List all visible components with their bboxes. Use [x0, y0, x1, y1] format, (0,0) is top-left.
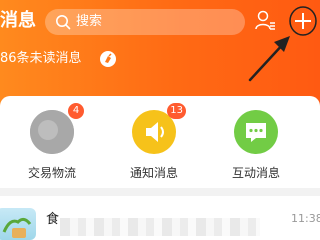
page-title: 消息 — [0, 10, 36, 31]
badge-count: 13 — [167, 103, 186, 119]
conversation-row[interactable]: 食 11:38 — [0, 196, 320, 240]
broom-icon[interactable] — [100, 51, 116, 67]
avatar — [0, 208, 36, 240]
conversation-time: 11:38 — [291, 212, 320, 225]
annotation-arrow — [248, 36, 290, 82]
conversation-title: 食 — [46, 212, 60, 227]
speaker-icon: 13 — [132, 103, 186, 154]
shortcut-notifications[interactable]: 13 通知消息 — [114, 103, 194, 180]
blurred-preview — [60, 218, 260, 236]
shortcut-card: 4 交易物流 13 通知消息 互动消息 — [0, 96, 320, 188]
chat-bubble-icon — [234, 110, 278, 154]
unread-summary: 86条未读消息 — [0, 51, 82, 66]
shortcut-label: 通知消息 — [129, 166, 178, 180]
messages-screen: 消息 搜索 86条未读消息 4 交易物流 13 通知消息 互动消息 食 11:3… — [0, 0, 320, 240]
package-icon: 4 — [30, 103, 84, 154]
search-placeholder: 搜索 — [76, 14, 103, 29]
shortcut-trade-logistics[interactable]: 4 交易物流 — [12, 103, 92, 180]
shortcut-label: 交易物流 — [27, 166, 76, 180]
divider — [0, 188, 320, 196]
shortcut-interactions[interactable]: 互动消息 — [216, 110, 296, 180]
search-icon — [56, 15, 71, 30]
shortcut-label: 互动消息 — [231, 166, 280, 180]
badge-count: 4 — [68, 103, 84, 119]
person-list-icon[interactable] — [254, 9, 276, 31]
search-input[interactable]: 搜索 — [45, 9, 245, 35]
